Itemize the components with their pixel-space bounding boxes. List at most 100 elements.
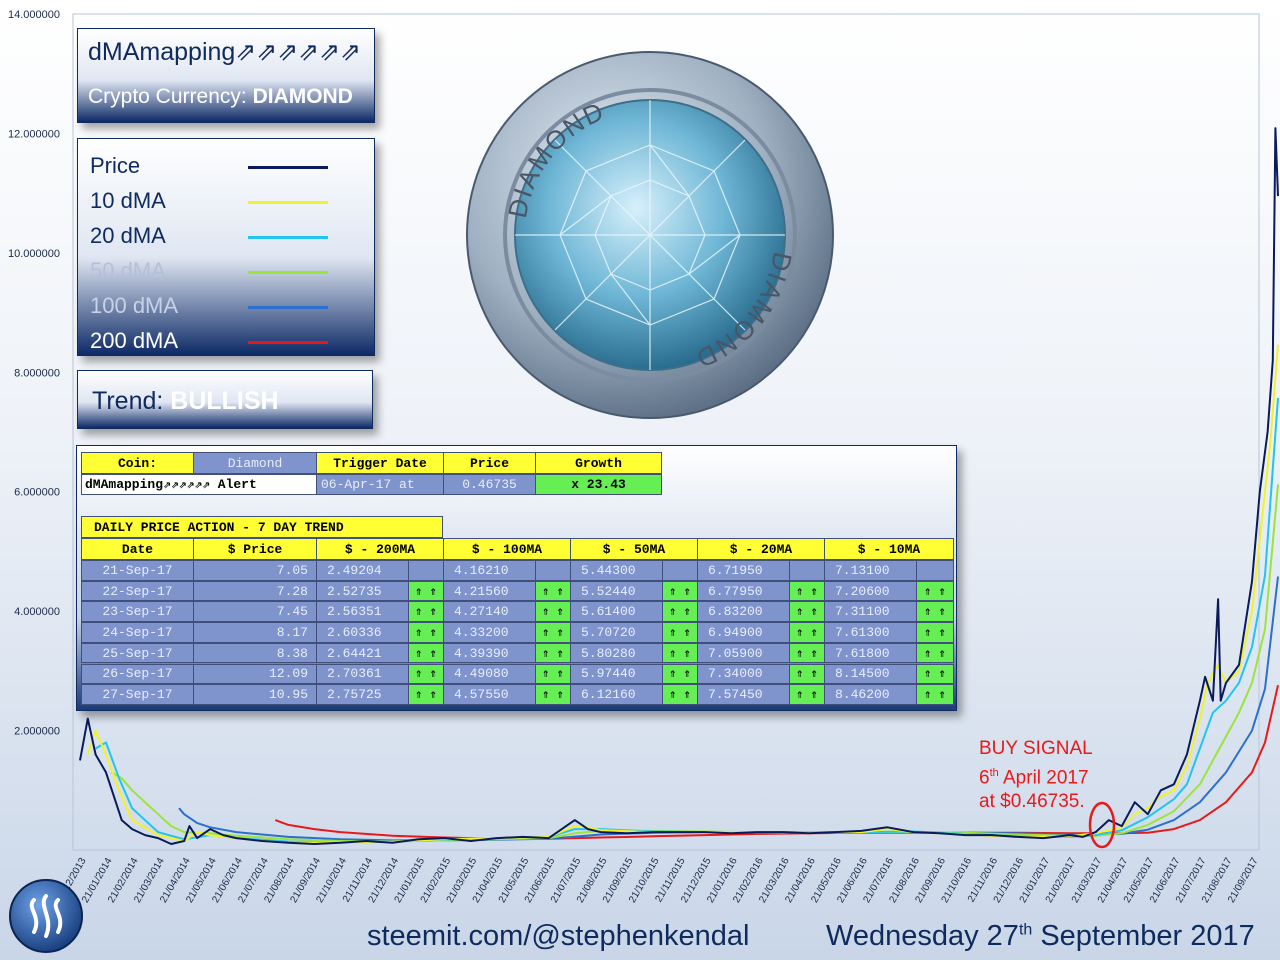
up-arrows-icon: ⇑ ⇑ (535, 684, 571, 705)
summary-header-cell: Trigger Date (316, 452, 444, 474)
daily-header-cell: $ - 20MA (697, 538, 825, 560)
currency-subtitle: Crypto Currency: DIAMOND (88, 85, 353, 109)
date-cell: 24-Sep-17 (81, 622, 194, 643)
y-axis: 14.000000 12.000000 10.000000 8.000000 6.000… (8, 9, 60, 738)
date-cell: 22-Sep-17 (81, 580, 194, 602)
up-arrows-icon: ⇑ ⇑ (535, 601, 571, 623)
subtitle-prefix: Crypto Currency: (88, 85, 247, 108)
daily-header-cell: $ - 10MA (824, 538, 954, 560)
up-arrows-icon: ⇑ ⇑ (408, 663, 444, 685)
empty-arrow-cell (408, 560, 444, 581)
empty-arrow-cell (789, 560, 825, 581)
ma20-cell: 7.05900 (697, 642, 790, 664)
ma10-cell: 7.13100 (824, 560, 917, 581)
ma10-cell: 7.61800 (824, 642, 917, 664)
legend-item: Price (90, 153, 370, 183)
ma200-cell: 2.64421 (316, 642, 409, 664)
ma20-cell: 7.57450 (697, 684, 790, 705)
price-cell: 7.45 (193, 601, 317, 623)
ma50-cell: 5.70720 (570, 622, 663, 643)
up-arrows-icon: ⇑ ⇑ (408, 642, 444, 664)
date-cell: 26-Sep-17 (81, 663, 194, 685)
legend-label: 100 dMA (90, 293, 179, 318)
summary-header-cell: Growth (535, 452, 662, 474)
empty-arrow-cell (535, 560, 571, 581)
diamond-coin-logo: DIAMOND DIAMOND (466, 51, 834, 419)
legend-label: 50 dMA (90, 258, 166, 283)
ma50-cell: 5.44300 (570, 560, 663, 581)
y-tick-label: 14.000000 (8, 9, 60, 21)
summary-price-cell: 0.46735 (443, 474, 536, 495)
price-cell: 12.09 (193, 663, 317, 685)
up-arrows-icon: ⇑ ⇑ (662, 601, 698, 623)
daily-table-title: DAILY PRICE ACTION - 7 DAY TREND (81, 516, 443, 538)
up-arrows-icon: ⇑ ⇑ (789, 622, 825, 643)
up-arrows-icon: ⇑ ⇑ (789, 663, 825, 685)
legend-item: 20 dMA (90, 223, 370, 253)
ma10-cell: 8.14500 (824, 663, 917, 685)
legend-label: 10 dMA (90, 188, 166, 213)
y-tick-label: 12.000000 (8, 128, 60, 140)
up-arrows-icon: ⇑ ⇑ (535, 622, 571, 643)
legend-label: 200 dMA (90, 328, 179, 353)
buy-signal-title: BUY SIGNAL (979, 738, 1093, 759)
ma50-cell: 5.80280 (570, 642, 663, 664)
ma200-cell: 2.49204 (316, 560, 409, 581)
up-arrows-icon: ⇑ ⇑ (789, 684, 825, 705)
y-tick-label: 2.000000 (14, 726, 60, 738)
trend-value: BULLISH (170, 387, 279, 415)
up-arrows-icon: ⇑ ⇑ (535, 663, 571, 685)
ma10-cell: 7.61300 (824, 622, 917, 643)
steemit-logo-icon (9, 879, 83, 953)
ma50-cell: 6.12160 (570, 684, 663, 705)
price-cell: 8.17 (193, 622, 317, 643)
ma100-cell: 4.39390 (443, 642, 536, 664)
ma20-cell: 6.83200 (697, 601, 790, 623)
up-arrows-icon: ⇑ ⇑ (408, 601, 444, 623)
buy-signal-annotation: BUY SIGNAL 6th April 2017 at $0.46735. (979, 737, 1093, 814)
legend-swatch (248, 201, 328, 204)
up-arrows-icon: ⇑ ⇑ (916, 642, 954, 664)
y-tick-label: 10.000000 (8, 248, 60, 260)
x-axis: 21/12/201321/01/201421/02/201421/03/2014… (54, 856, 1261, 905)
buy-signal-day: 6 (979, 767, 990, 789)
trend-prefix: Trend: (92, 387, 164, 415)
up-arrows-icon: ⇑ ⇑ (535, 580, 571, 602)
up-arrows-icon: ⇑ ⇑ (789, 601, 825, 623)
up-arrows-icon: ⇑ ⇑ (535, 642, 571, 664)
legend-swatch (248, 271, 328, 274)
footer-date-month-year: September 2017 (1032, 920, 1255, 952)
summary-header-cell: Diamond (193, 452, 317, 474)
legend-label: Price (90, 153, 141, 178)
ma100-cell: 4.27140 (443, 601, 536, 623)
y-tick-label: 8.000000 (14, 367, 60, 379)
ma50-cell: 5.52440 (570, 580, 663, 602)
date-cell: 25-Sep-17 (81, 642, 194, 664)
summary-alert-cell: dMAmapping⇗⇗⇗⇗⇗⇗ Alert (81, 474, 317, 495)
coin-name: DIAMOND (252, 85, 353, 108)
footer-url[interactable]: steemit.com/@stephenkendal (367, 920, 749, 953)
ma100-cell: 4.33200 (443, 622, 536, 643)
ma20-cell: 7.34000 (697, 663, 790, 685)
legend-swatch (248, 166, 328, 169)
buy-signal-price: at $0.46735. (979, 791, 1085, 813)
ma20-cell: 6.71950 (697, 560, 790, 581)
trend-text: Trend: BULLISH (92, 387, 279, 416)
title-panel: dMAmapping⇗⇗⇗⇗⇗⇗ Crypto Currency: DIAMON… (77, 28, 375, 123)
up-arrows-icon: ⇑ ⇑ (408, 580, 444, 602)
ma100-cell: 4.21560 (443, 580, 536, 602)
price-cell: 10.95 (193, 684, 317, 705)
up-arrows-icon: ⇑ ⇑ (408, 684, 444, 705)
daily-header-cell: $ - 200MA (316, 538, 444, 560)
ma200-cell: 2.70361 (316, 663, 409, 685)
chart-legend: Price 10 dMA 20 dMA 50 dMA 100 dMA 200 dMA (77, 138, 375, 356)
page-title: dMAmapping⇗⇗⇗⇗⇗⇗ (88, 38, 361, 66)
summary-header-cell: Coin: (81, 452, 194, 474)
daily-header-cell: $ Price (193, 538, 317, 560)
footer-date: Wednesday 27th September 2017 (826, 920, 1255, 953)
legend-item: 10 dMA (90, 188, 370, 218)
up-arrows-icon: ⇑ ⇑ (662, 580, 698, 602)
summary-header-cell: Price (443, 452, 536, 474)
up-arrows-icon: ⇑ ⇑ (662, 622, 698, 643)
buy-signal-day-suffix: th (989, 767, 999, 779)
